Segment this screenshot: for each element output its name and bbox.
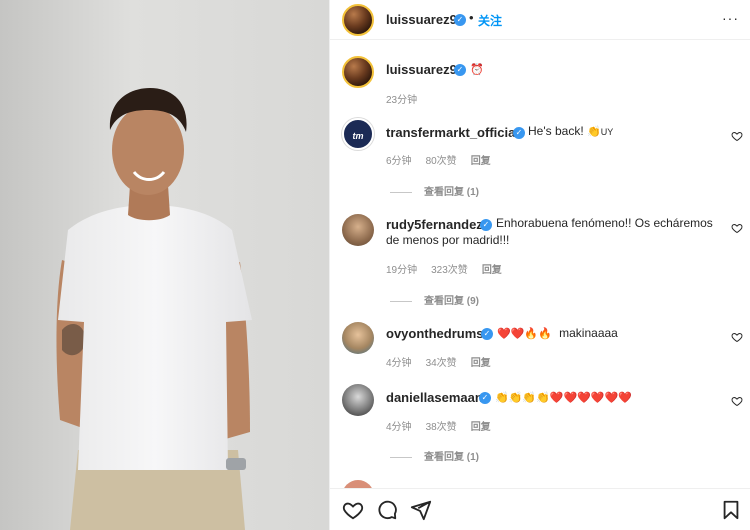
comment-text: Enhorabuena fenómeno!! Os echáremos de m…: [386, 216, 713, 247]
more-options-icon[interactable]: ···: [722, 10, 739, 26]
comment-avatar[interactable]: [342, 322, 374, 354]
verified-badge-icon: ✓: [454, 64, 466, 76]
verified-badge-icon: ✓: [481, 328, 493, 340]
comment-like-heart-icon[interactable]: [731, 331, 743, 343]
bookmark-icon[interactable]: [720, 499, 742, 521]
comment-meta: 4分钟 38次赞 回复: [386, 422, 491, 433]
comment-meta: 19分钟 323次赞 回复: [386, 265, 502, 276]
comment-text: ❤️❤️🔥🔥 makinaaaa: [497, 326, 618, 340]
view-replies-button[interactable]: 查看回复 (1): [390, 448, 479, 463]
verified-badge-icon: ✓: [454, 14, 466, 26]
reply-button[interactable]: 回复: [471, 422, 491, 433]
view-replies-button[interactable]: 查看回复 (1): [390, 183, 479, 198]
follow-button[interactable]: 关注: [478, 12, 502, 29]
comment-avatar[interactable]: [342, 214, 374, 246]
reply-button[interactable]: 回复: [471, 156, 491, 167]
reply-button[interactable]: 回复: [482, 265, 502, 276]
send-icon[interactable]: [410, 499, 432, 521]
comment-username[interactable]: daniellasemaan: [386, 390, 483, 405]
verified-badge-icon: ✓: [513, 127, 525, 139]
reply-button[interactable]: 回复: [471, 358, 491, 369]
verified-badge-icon: ✓: [479, 392, 491, 404]
view-replies-button[interactable]: 查看回复 (9): [390, 292, 479, 307]
post-header: luissuarez9 ✓ • 关注 ···: [330, 0, 750, 40]
comment-avatar[interactable]: [342, 384, 374, 416]
caption-avatar[interactable]: [342, 56, 374, 88]
separator-dot: •: [469, 10, 474, 25]
comment-icon[interactable]: [376, 499, 398, 521]
caption-text: ⏰: [470, 63, 484, 76]
caption-username[interactable]: luissuarez9: [386, 62, 457, 77]
person-photo: [0, 0, 329, 530]
author-avatar[interactable]: [342, 4, 374, 36]
caption-time[interactable]: 23分钟: [386, 91, 417, 106]
comment-like-heart-icon[interactable]: [731, 395, 743, 407]
post-side-panel: luissuarez9 ✓ • 关注 ··· luissuarez9 ✓ ⏰ 2…: [329, 0, 750, 530]
comment-meta: 6分钟 80次赞 回复: [386, 156, 491, 167]
comment-like-heart-icon[interactable]: [731, 130, 743, 142]
comment-avatar[interactable]: tm: [342, 118, 374, 150]
comment-meta: 4分钟 34次赞 回复: [386, 358, 491, 369]
comment-text: 👏👏👏👏❤️❤️❤️❤️❤️❤️: [495, 391, 632, 404]
comment-text: He's back! 👏UY: [528, 124, 614, 138]
post-action-bar: [330, 488, 750, 530]
heart-icon[interactable]: [342, 499, 364, 521]
comment-like-heart-icon[interactable]: [731, 222, 743, 234]
comment-username[interactable]: transfermarkt_official: [386, 125, 519, 140]
post-photo[interactable]: [0, 0, 329, 530]
author-username[interactable]: luissuarez9: [386, 12, 457, 27]
comment-username[interactable]: ovyonthedrums: [386, 326, 484, 341]
